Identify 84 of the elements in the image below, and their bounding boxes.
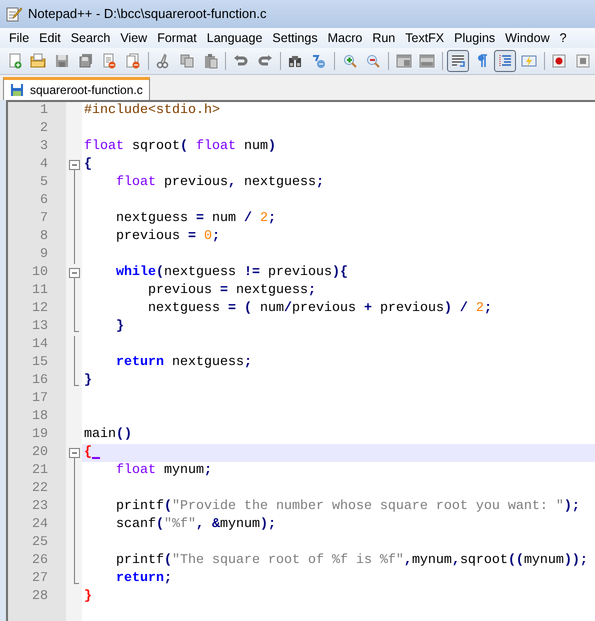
menu-item[interactable]: Macro — [322, 28, 368, 48]
line-number: 10 — [32, 265, 48, 280]
line-number: 26 — [32, 553, 48, 568]
line-number: 25 — [32, 535, 48, 550]
menu-item[interactable]: Format — [152, 28, 202, 48]
floppy-disks-icon — [78, 53, 94, 69]
code-line: printf("The square root of %f is %f",mynum,sqroot((mynum)); — [114, 552, 588, 570]
menu-item[interactable]: Search — [66, 28, 116, 48]
zoom-out-icon — [365, 53, 382, 69]
line-number: 11 — [32, 283, 48, 298]
paste-icon — [202, 53, 219, 69]
window-title: Notepad++ - D:\bcc\squareroot-function.c — [28, 5, 266, 24]
line-number: 7 — [40, 211, 48, 226]
toolbar-button[interactable] — [494, 50, 516, 72]
menu-item[interactable]: Window — [500, 28, 555, 48]
copy-icon — [179, 53, 196, 69]
code-line: previous = nextguess; — [146, 282, 316, 300]
line-number: 28 — [32, 589, 48, 604]
menu-item[interactable]: Run — [367, 28, 400, 48]
code-line: float previous, nextguess; — [114, 174, 324, 192]
line-number: 4 — [40, 157, 48, 172]
code-line: { — [84, 444, 92, 462]
menu-item[interactable]: File — [4, 28, 34, 48]
line-number: 24 — [32, 517, 48, 532]
code-line: } — [84, 372, 92, 390]
line-number: 16 — [32, 373, 48, 388]
line-number: 17 — [32, 391, 48, 406]
line-number: 21 — [32, 463, 48, 478]
code-line: nextguess = num / 2; — [114, 210, 276, 228]
line-number: 6 — [40, 193, 48, 208]
code-line: return; — [114, 570, 172, 588]
code-line: float sqroot( float num) — [84, 138, 276, 156]
line-number: 23 — [32, 499, 48, 514]
menu-item[interactable]: ? — [554, 28, 572, 48]
code-line: } — [84, 588, 92, 606]
menu-item[interactable]: Settings — [267, 28, 323, 48]
split-window-icon — [396, 53, 412, 69]
code-line: while(nextguess != previous){ — [114, 264, 348, 282]
line-number: 20 — [32, 445, 48, 460]
line-number: 12 — [32, 301, 48, 316]
line-number: 5 — [40, 175, 48, 190]
code-line: scanf("%f", &mynum); — [114, 516, 276, 534]
code-line: } — [114, 318, 124, 336]
word-wrap-icon — [450, 53, 466, 69]
code-line: main() — [84, 426, 132, 444]
code-line: previous = 0; — [114, 228, 220, 246]
line-number: 15 — [32, 355, 48, 370]
notepad-icon — [6, 6, 22, 22]
menu-item[interactable]: Edit — [34, 28, 66, 48]
record-icon — [551, 53, 568, 69]
line-number: 8 — [40, 229, 48, 244]
code-line: { — [84, 156, 92, 174]
line-number: 22 — [32, 481, 48, 496]
menu-item[interactable]: Plugins — [449, 28, 500, 48]
line-number: 9 — [40, 247, 48, 262]
code-line: float mynum; — [114, 462, 212, 480]
split-window-icon — [419, 53, 436, 69]
file-tab[interactable]: squareroot-function.c — [3, 77, 150, 100]
line-number: 14 — [32, 337, 48, 352]
close-file-icon — [101, 53, 118, 69]
line-number: 13 — [32, 319, 48, 334]
menu-item[interactable]: TextFX — [400, 28, 450, 48]
toolbar-button[interactable] — [447, 50, 469, 72]
code-line: printf("Provide the number whose square root you want: "); — [114, 498, 580, 516]
menu-item[interactable]: View — [115, 28, 152, 48]
line-number: 3 — [40, 139, 48, 154]
code-line: return nextguess; — [114, 354, 252, 372]
folder-icon — [30, 53, 46, 69]
line-number: 18 — [32, 409, 48, 424]
code-line: #include<stdio.h> — [84, 102, 220, 120]
lightning-icon — [520, 53, 537, 69]
line-number: 2 — [40, 121, 48, 136]
stop-icon — [575, 53, 592, 69]
close-all-icon — [124, 53, 141, 69]
line-number: 1 — [40, 103, 48, 118]
indent-guide-icon — [497, 53, 514, 69]
line-number: 19 — [32, 427, 48, 442]
new-file-icon — [6, 53, 23, 69]
menu-item[interactable]: Language — [202, 28, 268, 48]
line-number: 27 — [32, 571, 48, 586]
replace-icon — [311, 53, 328, 69]
binoculars-icon — [287, 53, 304, 69]
code-line: nextguess = ( num/previous + previous) / 2; — [146, 300, 492, 318]
zoom-in-icon — [342, 53, 358, 69]
